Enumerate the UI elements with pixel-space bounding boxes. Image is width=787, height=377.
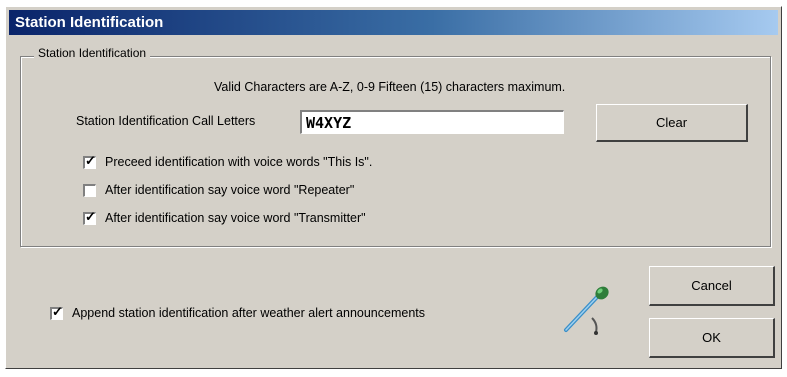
repeater-checkbox[interactable] [83,183,96,197]
valid-characters-hint: Valid Characters are A-Z, 0-9 Fifteen (1… [214,80,566,94]
cancel-button[interactable]: Cancel [649,266,775,306]
repeater-label: After identification say voice word "Rep… [105,183,355,197]
call-letters-input[interactable]: W4XYZ [300,110,564,134]
call-letters-label: Station Identification Call Letters [76,114,256,128]
clear-button[interactable]: Clear [596,104,748,142]
transmitter-checkbox[interactable]: ✓ [83,208,96,225]
checkbox-row-append[interactable]: ✓ Append station identification after we… [50,303,426,320]
ok-button[interactable]: OK [649,318,775,358]
append-label: Append station identification after weat… [72,306,426,320]
check-mark-icon: ✓ [85,208,96,224]
this-is-label: Preceed identification with voice words … [105,155,373,169]
microphone-icon [564,286,609,335]
checkbox-row-transmitter[interactable]: ✓ After identification say voice word "T… [83,208,366,225]
check-mark-icon: ✓ [52,303,63,319]
dialog-title: Station Identification [9,10,778,35]
check-mark-icon: ✓ [85,152,96,168]
checkbox-row-this-is[interactable]: ✓ Preceed identification with voice word… [83,152,373,169]
transmitter-label: After identification say voice word "Tra… [105,211,366,225]
this-is-checkbox[interactable]: ✓ [83,152,96,169]
checkbox-row-repeater[interactable]: After identification say voice word "Rep… [83,183,354,197]
group-legend: Station Identification [34,46,151,60]
append-checkbox[interactable]: ✓ [50,303,63,320]
